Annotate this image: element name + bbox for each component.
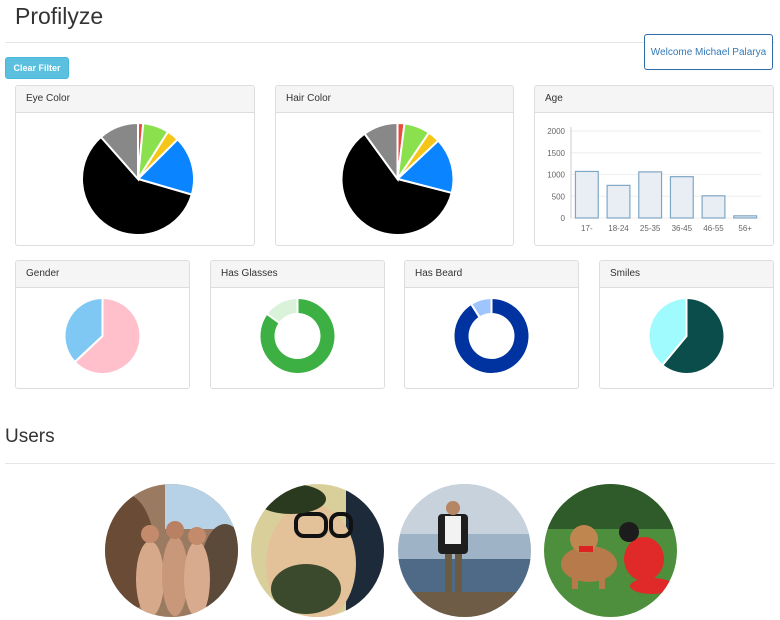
gender-pie-chart[interactable]: [16, 288, 189, 389]
age-x-tick-label: 17-: [581, 224, 593, 233]
has-beard-donut-chart[interactable]: [405, 288, 578, 389]
welcome-user-button[interactable]: Welcome Michael Palarya: [644, 34, 773, 70]
age-bar-36-45[interactable]: [669, 176, 694, 219]
age-y-tick-label: 2000: [547, 127, 565, 136]
user-avatar-4[interactable]: [544, 484, 677, 617]
has-beard-header: Has Beard: [405, 261, 578, 288]
hair-color-pie-chart[interactable]: [276, 113, 513, 246]
has-glasses-panel: Has Glasses: [210, 260, 385, 389]
users-divider: [5, 463, 775, 464]
gender-panel: Gender: [15, 260, 190, 389]
age-bar-18-24[interactable]: [606, 184, 631, 219]
has-glasses-donut-chart[interactable]: [211, 288, 384, 389]
smiles-pie-chart[interactable]: [600, 288, 773, 389]
gender-header: Gender: [16, 261, 189, 288]
age-bar-chart[interactable]: 0 500 1000 1500 2000 17- 18-24 25-35 36-45 46-55 5…: [535, 113, 773, 246]
clear-filter-button[interactable]: Clear Filter: [5, 57, 69, 79]
user-avatar-1[interactable]: [105, 484, 238, 617]
eye-color-header: Eye Color: [16, 86, 254, 113]
age-y-tick-label: 1500: [547, 149, 565, 158]
age-bar-17-[interactable]: [574, 170, 599, 219]
age-y-tick-label: 1000: [547, 171, 565, 180]
age-bar-56-[interactable]: [733, 215, 758, 219]
has-glasses-header: Has Glasses: [211, 261, 384, 288]
age-x-tick-label: 56+: [738, 224, 752, 233]
hair-color-panel: Hair Color: [275, 85, 514, 246]
age-panel: Age 0 500 1000 1500 2000 17- 18-24 25-35 36-45 46…: [534, 85, 774, 246]
hair-color-header: Hair Color: [276, 86, 513, 113]
age-y-tick-label: 500: [552, 192, 566, 201]
users-section-title: Users: [5, 426, 55, 447]
age-x-tick-label: 46-55: [703, 224, 724, 233]
age-bar-46-55[interactable]: [701, 195, 726, 219]
eye-color-panel: Eye Color: [15, 85, 255, 246]
age-bar-25-35[interactable]: [638, 171, 663, 219]
app-title: Profilyze: [15, 3, 104, 29]
has-beard-panel: Has Beard: [404, 260, 579, 389]
age-y-tick-label: 0: [561, 214, 566, 223]
user-avatar-2[interactable]: [251, 484, 384, 617]
age-x-tick-label: 25-35: [640, 224, 661, 233]
age-x-tick-label: 36-45: [672, 224, 693, 233]
user-avatar-3[interactable]: [398, 484, 531, 617]
age-header: Age: [535, 86, 773, 113]
eye-color-pie-chart[interactable]: [16, 113, 254, 246]
smiles-header: Smiles: [600, 261, 773, 288]
age-x-tick-label: 18-24: [608, 224, 629, 233]
smiles-panel: Smiles: [599, 260, 774, 389]
